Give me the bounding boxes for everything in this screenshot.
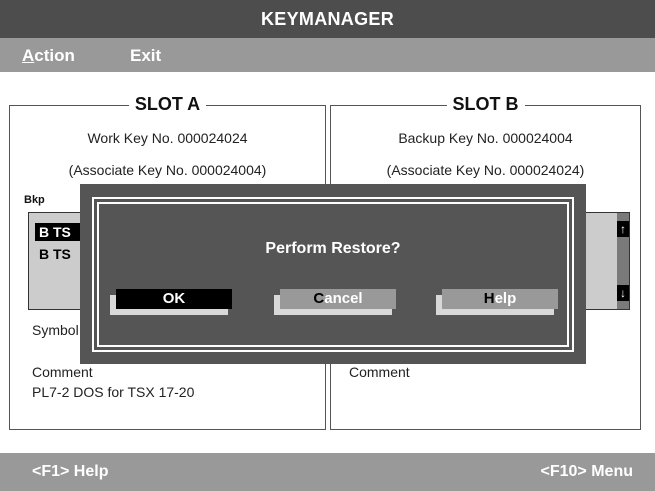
cancel-button-wrap: Cancel xyxy=(274,289,398,315)
scroll-down-icon[interactable]: ↓ xyxy=(617,285,629,301)
f10-menu-key[interactable]: <F10> Menu xyxy=(541,463,633,481)
slot-b-scrollbar[interactable]: ↑ ↓ xyxy=(617,213,629,309)
cancel-label: ancel xyxy=(324,290,363,307)
menu-action-hotkey: A xyxy=(22,46,35,65)
menu-bar: Action Exit xyxy=(0,38,655,72)
status-bar: <F1> Help <F10> Menu xyxy=(0,453,655,491)
help-label: elp xyxy=(494,290,517,307)
app-title: KEYMANAGER xyxy=(260,8,394,29)
window-title: KEYMANAGER xyxy=(0,0,655,38)
menu-action[interactable]: Action xyxy=(22,46,75,66)
slot-a-symbol-label: Symbol xyxy=(32,322,79,338)
slot-b-assoc-line: (Associate Key No. 000024024) xyxy=(386,162,585,178)
help-hotkey: H xyxy=(483,290,495,307)
ok-button-wrap: OK xyxy=(110,289,234,315)
ok-button[interactable]: OK xyxy=(116,289,232,309)
slot-a-comment-value: PL7-2 DOS for TSX 17-20 xyxy=(32,384,195,400)
slot-a-list-label: Bkp xyxy=(24,194,45,206)
menu-exit-hotkey: E xyxy=(130,46,142,65)
menu-exit[interactable]: Exit xyxy=(130,46,161,66)
f1-help-key[interactable]: <F1> Help xyxy=(32,463,108,481)
slot-a-key-line: Work Key No. 000024024 xyxy=(87,130,248,146)
menu-exit-label: xit xyxy=(141,46,162,65)
slot-a-comment-label: Comment xyxy=(32,364,93,380)
scroll-up-icon[interactable]: ↑ xyxy=(617,221,629,237)
slot-a-assoc-line: (Associate Key No. 000024004) xyxy=(68,162,267,178)
menu-action-label: ction xyxy=(34,46,75,65)
slot-b-title: SLOT B xyxy=(331,94,640,115)
slot-b-comment-label: Comment xyxy=(349,364,410,380)
dialog-frame-inner xyxy=(97,202,569,347)
help-button-wrap: Help xyxy=(436,289,560,315)
restore-dialog: Perform Restore? OK Cancel Help xyxy=(80,184,586,364)
slot-a-title: SLOT A xyxy=(10,94,325,115)
help-button[interactable]: Help xyxy=(442,289,558,309)
cancel-hotkey: C xyxy=(313,290,325,307)
list-item[interactable]: B TS xyxy=(35,245,75,263)
cancel-button[interactable]: Cancel xyxy=(280,289,396,309)
slot-b-key-line: Backup Key No. 000024004 xyxy=(398,130,573,146)
dialog-message: Perform Restore? xyxy=(265,240,401,257)
